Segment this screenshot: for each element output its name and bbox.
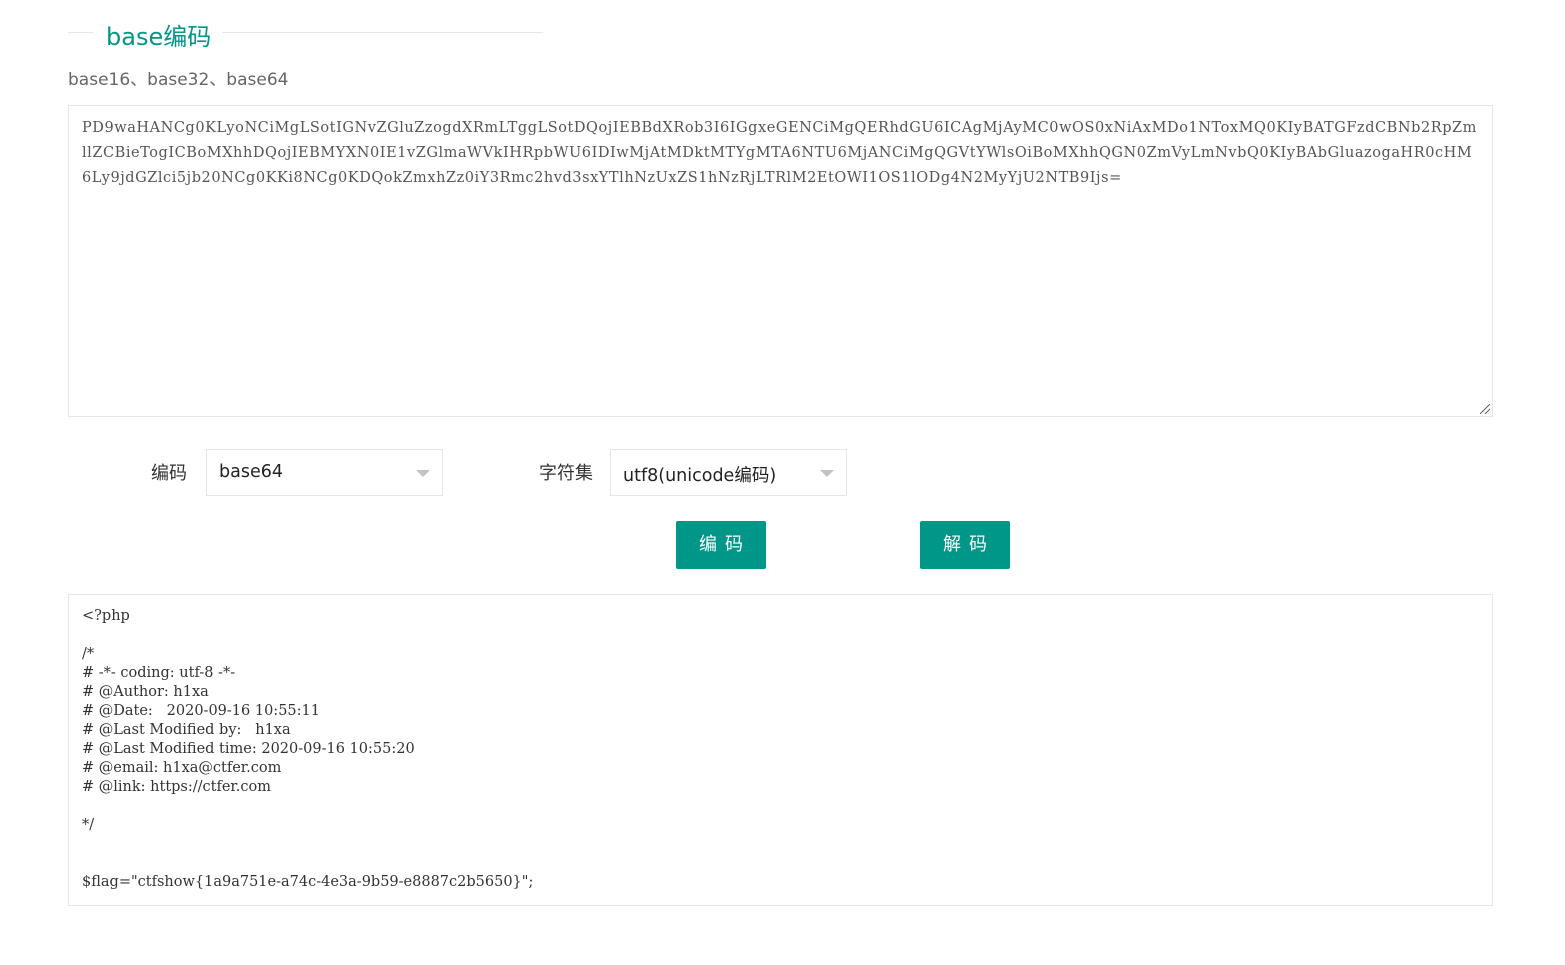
- caret-down-icon[interactable]: [416, 470, 430, 477]
- encode-button[interactable]: 编码: [676, 521, 766, 569]
- header-divider-right: [222, 32, 543, 33]
- input-textarea-value[interactable]: PD9waHANCg0KLyoNCiMgLSotIGNvZGluZzogdXRm…: [82, 116, 1479, 191]
- output-textarea-value[interactable]: <?php /* # -*- coding: utf-8 -*- # @Auth…: [82, 607, 1479, 892]
- resize-grip-icon[interactable]: [1480, 404, 1490, 414]
- caret-down-icon[interactable]: [820, 470, 834, 477]
- encoding-label: 编码: [151, 463, 187, 484]
- encoding-select[interactable]: base64: [206, 449, 443, 496]
- charset-label: 字符集: [539, 463, 593, 484]
- base-encoding-page: base编码 base16、base32、base64 PD9waHANCg0K…: [0, 0, 1565, 965]
- section-title: base编码: [106, 23, 212, 51]
- encoding-select-value[interactable]: base64: [219, 462, 283, 482]
- input-textarea[interactable]: PD9waHANCg0KLyoNCiMgLSotIGNvZGluZzogdXRm…: [68, 105, 1493, 417]
- header-divider-left: [68, 32, 94, 33]
- charset-select[interactable]: utf8(unicode编码): [610, 449, 847, 496]
- section-header: base编码: [68, 14, 543, 54]
- section-subtitle: base16、base32、base64: [68, 70, 289, 90]
- decode-button[interactable]: 解码: [920, 521, 1010, 569]
- output-textarea[interactable]: <?php /* # -*- coding: utf-8 -*- # @Auth…: [68, 594, 1493, 906]
- charset-select-value[interactable]: utf8(unicode编码): [623, 462, 776, 487]
